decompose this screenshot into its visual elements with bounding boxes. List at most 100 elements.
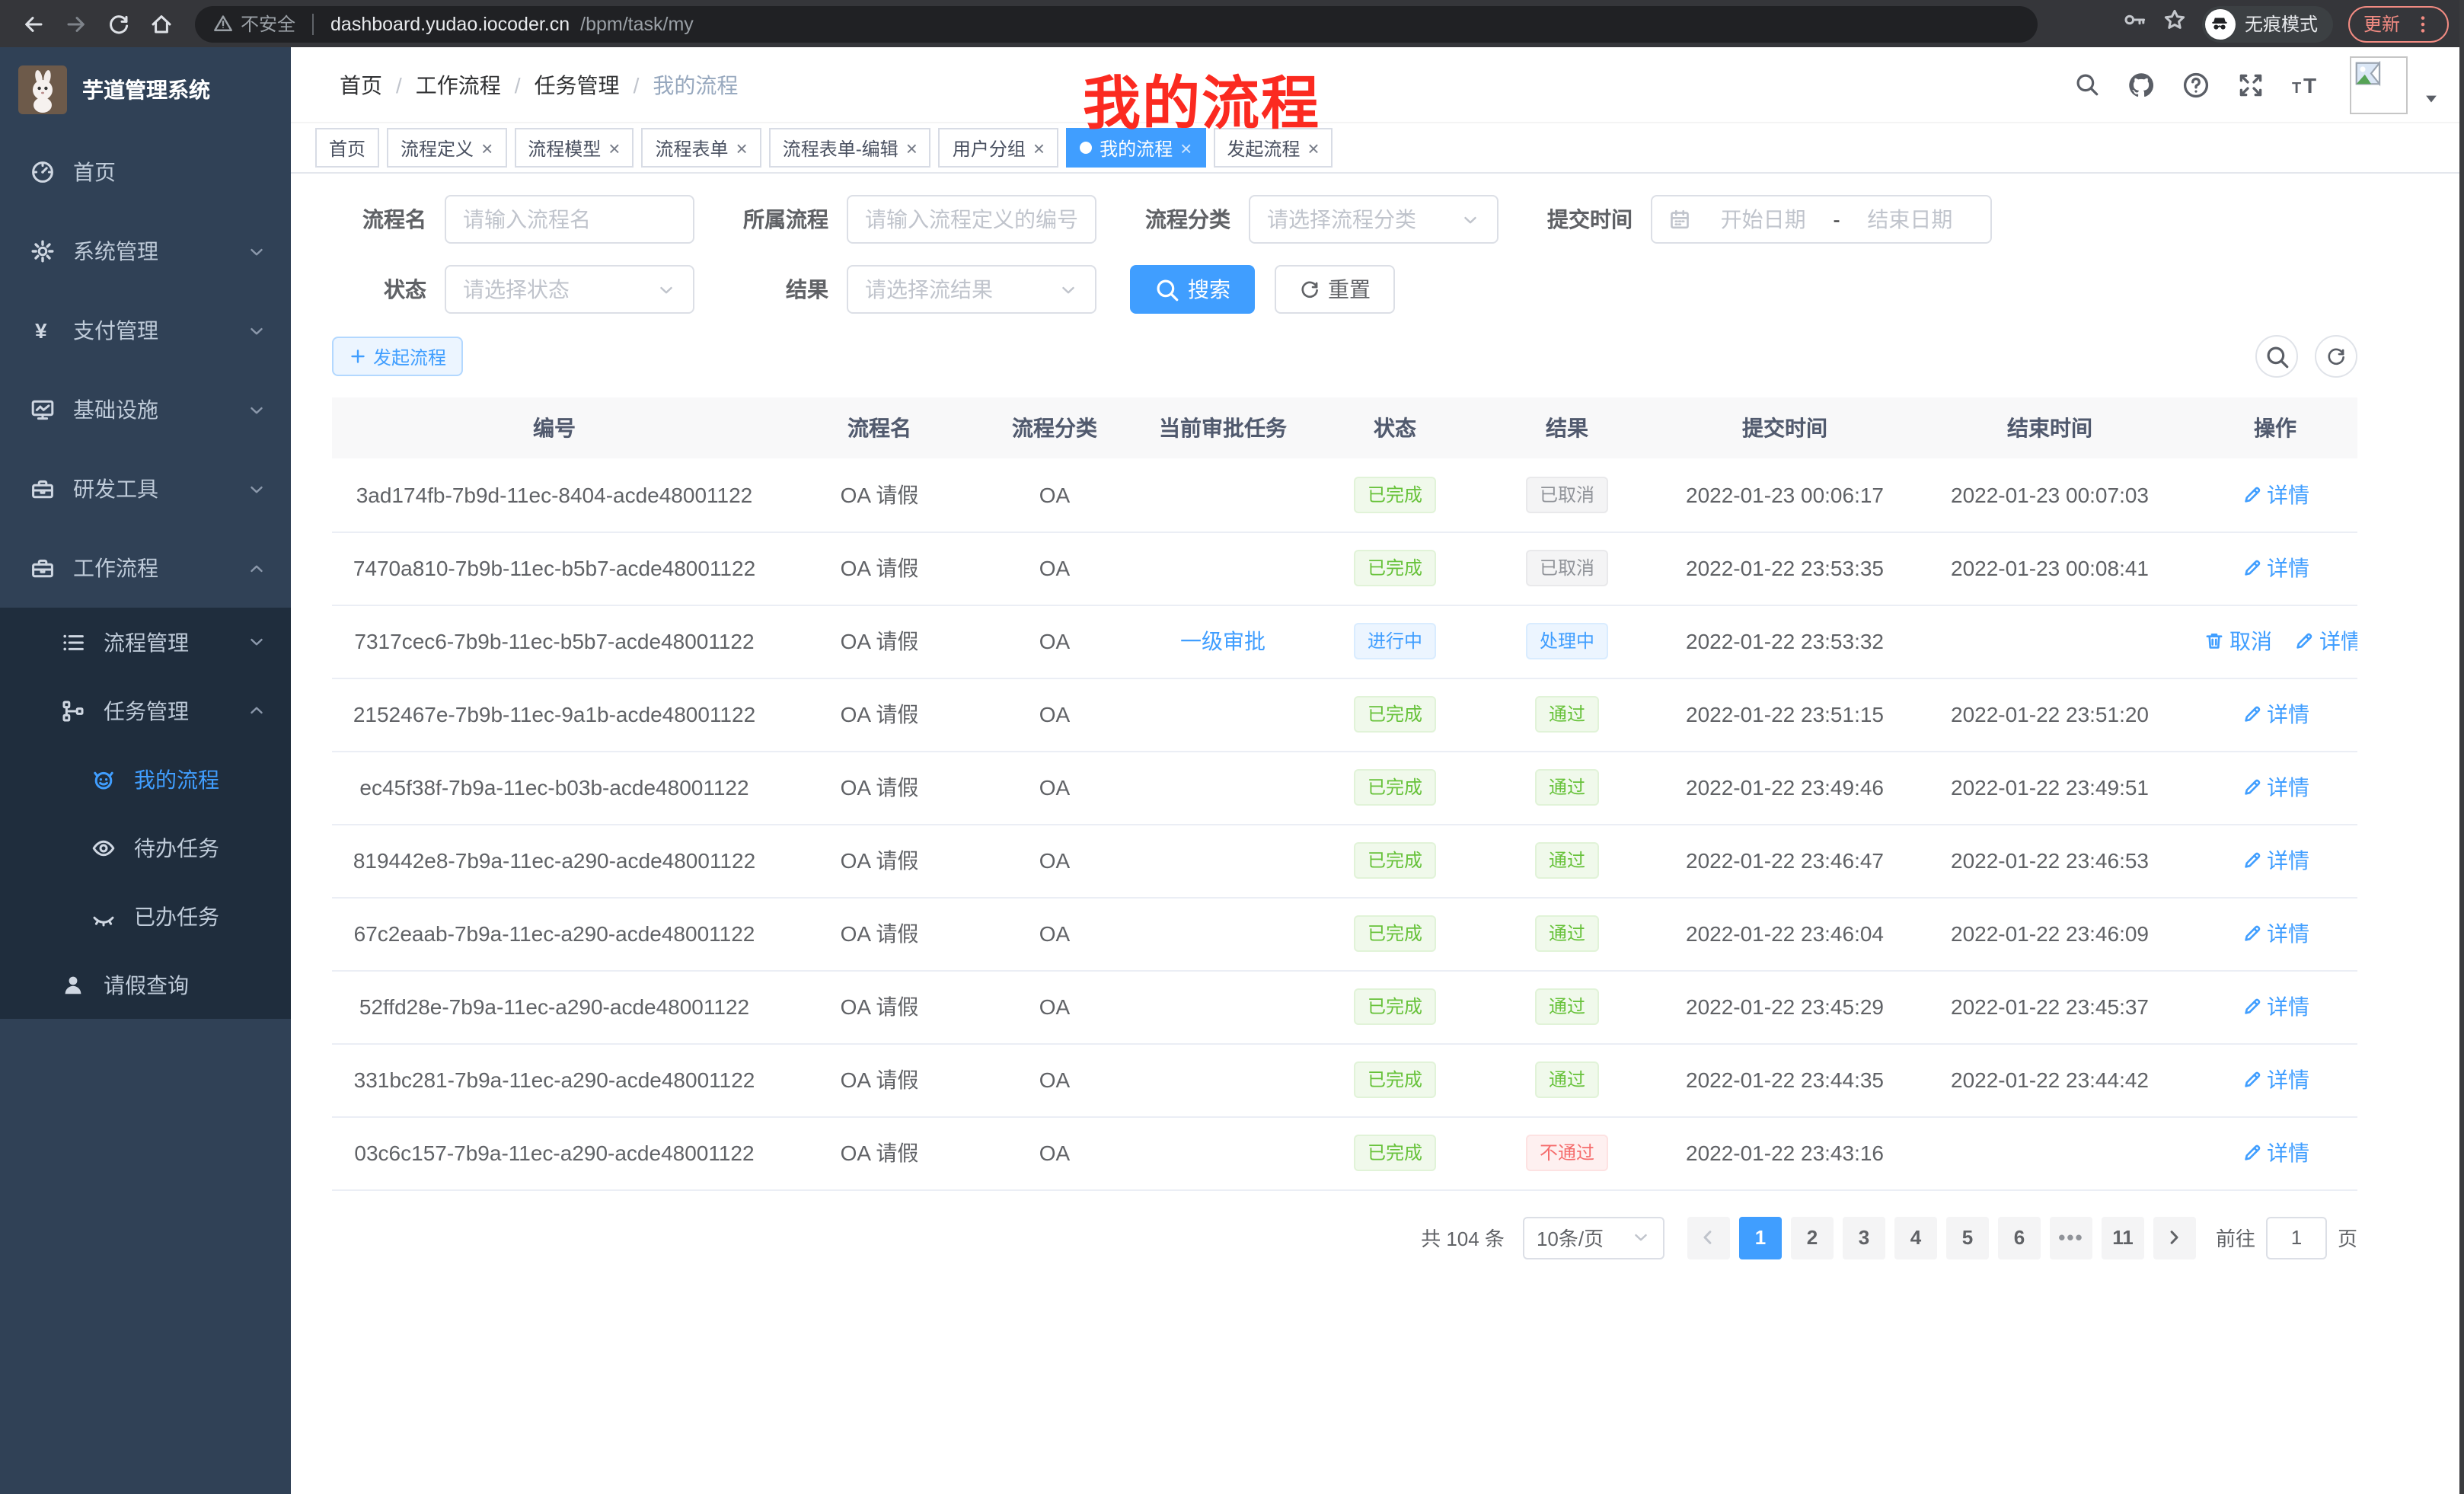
page-button-4[interactable]: 4 [1894,1216,1937,1259]
page-button-3[interactable]: 3 [1843,1216,1885,1259]
breadcrumb-item[interactable]: 工作流程 [416,69,501,100]
sidebar-item-10[interactable]: 已办任务 [0,882,291,950]
breadcrumb-item[interactable]: 首页 [340,69,382,100]
next-page-button[interactable] [2153,1216,2196,1259]
goto-page-input[interactable] [2266,1216,2327,1259]
search-icon[interactable] [2074,72,2100,97]
page-button-1[interactable]: 1 [1739,1216,1782,1259]
search-button[interactable]: 搜索 [1130,265,1255,314]
detail-link[interactable]: 详情 [2241,1138,2309,1168]
page-button-2[interactable]: 2 [1791,1216,1834,1259]
result-select[interactable]: 请选择流结果 [847,265,1096,314]
key-icon[interactable] [2123,8,2147,40]
detail-link[interactable]: 详情 [2241,480,2309,510]
reset-button[interactable]: 重置 [1275,265,1395,314]
tab-4[interactable]: 流程表单-编辑 × [769,128,931,168]
github-icon[interactable] [2127,71,2155,98]
window-edge [2459,0,2464,1494]
sidebar-item-4[interactable]: 研发工具 [0,449,291,528]
browser-back-icon[interactable] [15,5,52,42]
question-icon[interactable] [2182,71,2210,98]
caret-down-icon[interactable] [2423,90,2440,107]
sidebar-item-9[interactable]: 待办任务 [0,813,291,882]
sidebar-item-7[interactable]: 任务管理 [0,676,291,745]
detail-link[interactable]: 详情 [2241,918,2309,949]
goto-suffix: 页 [2338,1223,2357,1252]
page-button-6[interactable]: 6 [1998,1216,2041,1259]
edit-icon [2241,704,2262,725]
page-size-select[interactable]: 10条/页 [1523,1216,1664,1259]
column-header: 提交时间 [1663,397,1907,458]
browser-home-icon[interactable] [143,5,180,42]
placeholder-text: 请输入流程名 [463,204,676,235]
refresh-icon [1299,279,1320,300]
cell-end-time: 2022-01-23 00:07:03 [1907,458,2193,532]
close-icon[interactable]: × [1307,138,1319,158]
sidebar-item-8[interactable]: 我的流程 [0,745,291,813]
tree-icon [61,698,85,723]
address-bar[interactable]: 不安全 dashboard.yudao.iocoder.cn/bpm/task/… [195,5,2038,42]
more-pages-icon[interactable]: ••• [2050,1216,2092,1259]
current-task-link[interactable]: 一级审批 [1180,629,1266,653]
menu-dots-icon[interactable] [2412,13,2434,34]
security-status[interactable]: 不安全 [213,11,295,37]
robot-icon [91,767,116,791]
close-icon[interactable]: × [736,138,748,158]
breadcrumb-item[interactable]: 任务管理 [535,69,620,100]
tab-2[interactable]: 流程模型 × [514,128,634,168]
sidebar-item-6[interactable]: 流程管理 [0,608,291,676]
cell-id: 03c6c157-7b9a-11ec-a290-acde48001122 [332,1116,777,1189]
detail-link[interactable]: 详情 [2293,626,2357,656]
detail-link[interactable]: 详情 [2241,553,2309,583]
refresh-table-button[interactable] [2315,335,2357,378]
cell-category: OA [982,605,1127,678]
create-process-button[interactable]: 发起流程 [332,337,463,376]
trash-icon [2204,630,2225,652]
show-search-button[interactable] [2255,335,2298,378]
sidebar-item-11[interactable]: 请假查询 [0,950,291,1019]
close-icon[interactable]: × [906,138,918,158]
close-icon[interactable]: × [481,138,493,158]
tab-3[interactable]: 流程表单 × [641,128,761,168]
browser-forward-icon[interactable] [58,5,94,42]
filter-category: 流程分类 请选择流程分类 [1130,195,1499,244]
cell-end-time: 2022-01-22 23:46:53 [1907,824,2193,897]
status-select[interactable]: 请选择状态 [445,265,694,314]
close-icon[interactable]: × [1180,138,1192,158]
process-name-input[interactable]: 请输入流程名 [445,195,694,244]
sidebar-item-2[interactable]: ¥ 支付管理 [0,291,291,370]
toolbox-icon [30,556,55,580]
browser-reload-icon[interactable] [101,5,137,42]
detail-link[interactable]: 详情 [2241,699,2309,729]
detail-link[interactable]: 详情 [2241,845,2309,876]
page-button-11[interactable]: 11 [2102,1216,2144,1259]
close-icon[interactable]: × [608,138,620,158]
placeholder-text: 请输入流程定义的编号 [865,204,1078,235]
detail-link[interactable]: 详情 [2241,991,2309,1022]
detail-link[interactable]: 详情 [2241,772,2309,803]
incognito-icon [2205,8,2236,39]
sidebar-item-0[interactable]: 首页 [0,132,291,212]
edit-icon [2241,557,2262,579]
prev-page-button[interactable] [1687,1216,1730,1259]
fullscreen-icon[interactable] [2237,71,2265,98]
close-icon[interactable]: × [1033,138,1045,158]
sidebar-item-5[interactable]: 工作流程 [0,528,291,608]
tab-0[interactable]: 首页 [315,128,379,168]
category-select[interactable]: 请选择流程分类 [1249,195,1499,244]
update-button[interactable]: 更新 [2348,5,2449,42]
page-button-5[interactable]: 5 [1946,1216,1989,1259]
tab-1[interactable]: 流程定义 × [387,128,506,168]
process-definition-input[interactable]: 请输入流程定义的编号 [847,195,1096,244]
detail-link[interactable]: 详情 [2241,1065,2309,1095]
avatar[interactable] [2350,56,2408,113]
tab-5[interactable]: 用户分组 × [939,128,1058,168]
fontsize-icon[interactable]: TT [2292,71,2322,98]
sidebar-item-3[interactable]: 基础设施 [0,370,291,449]
cell-name: OA 请假 [777,824,982,897]
sidebar-item-1[interactable]: 系统管理 [0,212,291,291]
date-range-picker[interactable]: 开始日期 - 结束日期 [1651,195,1992,244]
app-logo[interactable]: 芋道管理系统 [0,47,291,132]
cancel-link[interactable]: 取消 [2204,626,2272,656]
bookmark-star-icon[interactable] [2162,8,2187,40]
